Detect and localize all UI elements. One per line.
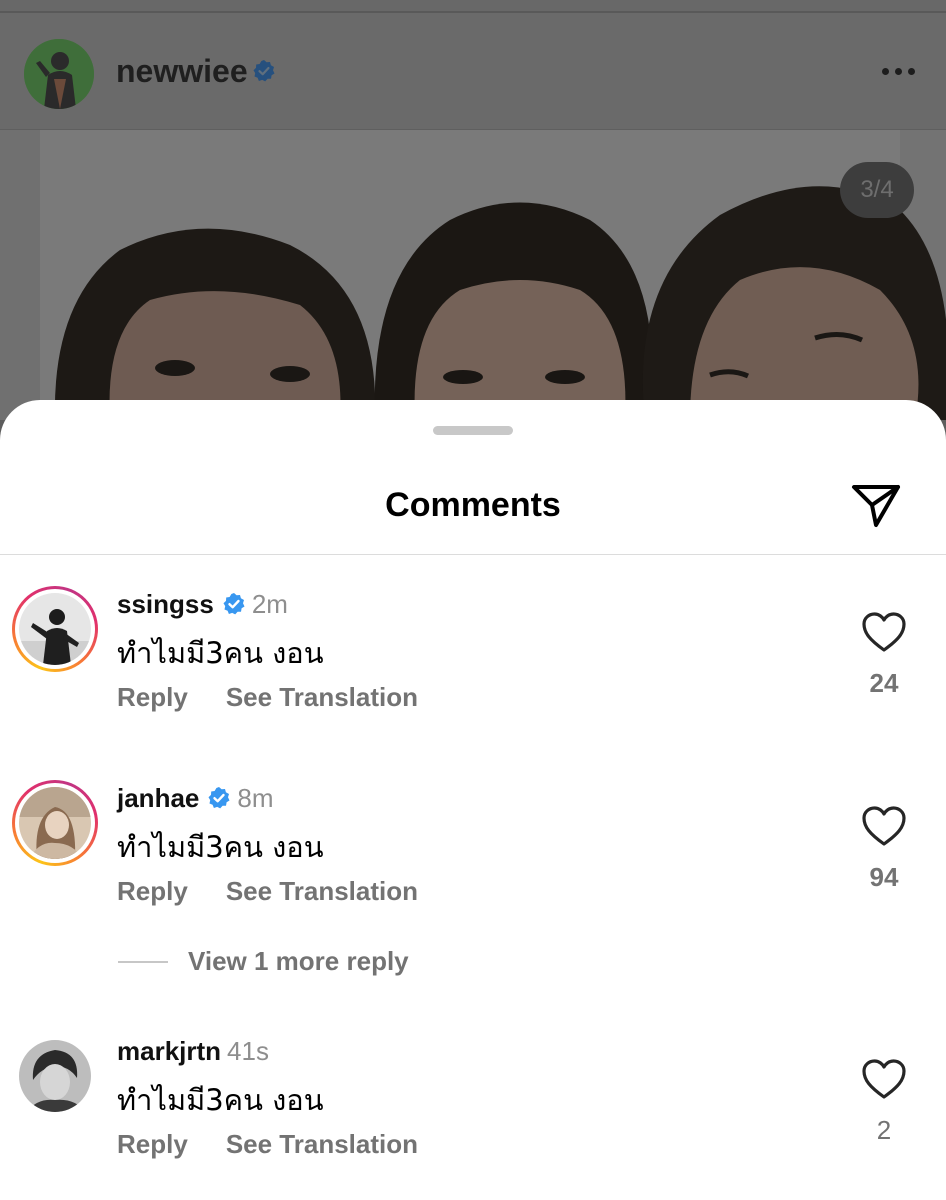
avatar <box>19 593 91 665</box>
sheet-title: Comments <box>385 486 561 524</box>
comment-item: janhae 8m ทำไมมี3คน งอน Reply See Transl… <box>0 780 946 960</box>
heart-icon[interactable] <box>860 1057 908 1101</box>
comment-time: 41s <box>227 1035 269 1066</box>
see-translation-button[interactable]: See Translation <box>226 682 418 713</box>
comment-username[interactable]: ssingss <box>117 589 214 620</box>
see-translation-button[interactable]: See Translation <box>226 1129 418 1160</box>
heart-icon[interactable] <box>860 804 908 848</box>
share-button[interactable] <box>846 478 906 532</box>
comment-time: 2m <box>251 588 288 619</box>
post-photo <box>0 130 946 420</box>
reply-button[interactable]: Reply <box>117 876 188 907</box>
comment-text: ทำไมมี3คน งอน <box>117 830 324 864</box>
reply-button[interactable]: Reply <box>117 682 188 713</box>
send-icon <box>852 485 900 527</box>
comment-username[interactable]: janhae <box>117 783 199 814</box>
view-more-replies[interactable]: View 1 more reply <box>118 946 409 977</box>
divider <box>0 554 946 555</box>
avatar-frame[interactable] <box>12 1033 98 1120</box>
like-count: 94 <box>869 862 899 892</box>
comment-text: ทำไมมี3คน งอน <box>117 636 324 670</box>
more-options-icon[interactable] <box>876 61 920 81</box>
story-ring[interactable] <box>12 586 98 672</box>
verified-badge-icon <box>223 593 245 615</box>
comment-time: 8m <box>237 782 274 813</box>
comment-item: ssingss 2m ทำไมมี3คน งอน Reply See Trans… <box>0 586 946 766</box>
post-username[interactable]: newwiee <box>116 53 248 90</box>
comments-sheet: Comments ssingss 2m ทำไมมี3คน งอน Reply … <box>0 400 946 1200</box>
sheet-grabber[interactable] <box>433 426 513 435</box>
like-count: 2 <box>876 1115 892 1145</box>
post-background: newwiee 3/4 <box>0 0 946 420</box>
view-more-replies-label: View 1 more reply <box>188 946 409 976</box>
post-header: newwiee <box>0 13 946 130</box>
like-count: 24 <box>869 668 899 698</box>
avatar <box>19 1040 91 1112</box>
avatar <box>19 787 91 859</box>
story-ring[interactable] <box>12 780 98 866</box>
divider <box>118 960 168 963</box>
heart-icon[interactable] <box>860 610 908 654</box>
verified-badge-icon <box>253 60 275 82</box>
reply-button[interactable]: Reply <box>117 1129 188 1160</box>
see-translation-button[interactable]: See Translation <box>226 876 418 907</box>
comment-text: ทำไมมี3คน งอน <box>117 1083 324 1117</box>
post-avatar[interactable] <box>24 39 94 109</box>
verified-badge-icon <box>208 787 230 809</box>
comment-username[interactable]: markjrtn <box>117 1036 221 1067</box>
page-counter: 3/4 <box>840 162 914 218</box>
comment-item: markjrtn 41s ทำไมมี3คน งอน Reply See Tra… <box>0 1033 946 1200</box>
